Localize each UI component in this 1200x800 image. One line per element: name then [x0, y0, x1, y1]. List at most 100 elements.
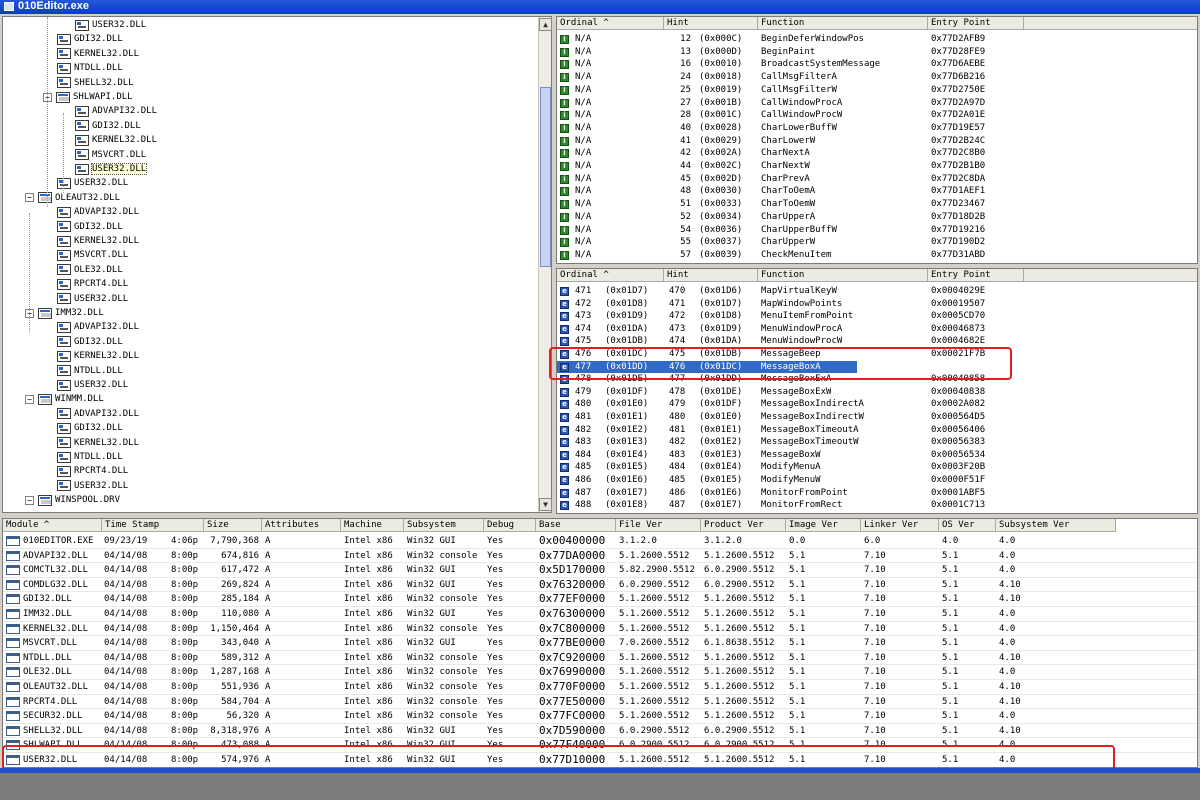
tree-item[interactable]: OLE32.DLL	[57, 263, 123, 277]
export-row[interactable]: e 471 (0x01D7) 470 (0x01D6) MapVirtualKeyW 0x0…	[557, 285, 1197, 297]
import-row[interactable]: i N/A 54 (0x0036) CharUpperBuffW 0x77D19216	[557, 224, 1197, 236]
export-row[interactable]: e 475 (0x01DB) 474 (0x01DA) MenuWindowProcW 0x…	[557, 335, 1197, 347]
column-header-image-ver[interactable]: Image Ver	[786, 519, 861, 532]
export-row[interactable]: e 485 (0x01E5) 484 (0x01E4) ModifyMenuA 0x0003…	[557, 461, 1197, 473]
export-row[interactable]: e 486 (0x01E6) 485 (0x01E5) ModifyMenuW 0x0000…	[557, 474, 1197, 486]
column-header-file-ver[interactable]: File Ver	[616, 519, 701, 532]
module-row[interactable]: OLE32.DLL 04/14/08 8:00p 1,287,168 A Intel x8…	[3, 665, 1197, 680]
import-row[interactable]: i N/A 52 (0x0034) CharUpperA 0x77D18D2B	[557, 211, 1197, 223]
tree-scroll-thumb[interactable]	[540, 87, 551, 267]
module-row[interactable]: SHLWAPI.DLL 04/14/08 8:00p 473,088 A Intel x8…	[3, 738, 1197, 753]
column-header-subsystem[interactable]: Subsystem	[404, 519, 484, 532]
collapse-toggle[interactable]: −	[25, 495, 34, 505]
tree-item[interactable]: RPCRT4.DLL	[57, 464, 128, 478]
column-header-ordinal[interactable]: Ordinal ^	[557, 269, 664, 282]
tree-item[interactable]: USER32.DLL	[57, 378, 128, 392]
tree-item[interactable]: − WINSPOOL.DRV	[25, 493, 120, 507]
parent-imports-pane[interactable]: Ordinal ^ Hint Function Entry Point i N/A…	[556, 16, 1198, 264]
column-header-base[interactable]: Base	[536, 519, 616, 532]
module-row[interactable]: USER32.DLL 04/14/08 8:00p 574,976 A Intel x86…	[3, 753, 1197, 767]
tree-item[interactable]: MSVCRT.DLL	[57, 248, 128, 262]
column-header-size[interactable]: Size	[204, 519, 262, 532]
import-row[interactable]: i N/A 41 (0x0029) CharLowerW 0x77D2B24C	[557, 135, 1197, 147]
export-row[interactable]: e 483 (0x01E3) 482 (0x01E2) MessageBoxTimeout…	[557, 436, 1197, 448]
import-row[interactable]: i N/A 25 (0x0019) CallMsgFilterW 0x77D2750E	[557, 84, 1197, 96]
tree-item[interactable]: ADVAPI32.DLL	[57, 320, 139, 334]
tree-item[interactable]: GDI32.DLL	[75, 119, 141, 133]
import-row[interactable]: i N/A 12 (0x000C) BeginDeferWindowPos 0x77D2A…	[557, 33, 1197, 45]
export-row[interactable]: e 481 (0x01E1) 480 (0x01E0) MessageBoxIndirec…	[557, 411, 1197, 423]
tree-item[interactable]: KERNEL32.DLL	[57, 47, 139, 61]
tree-item[interactable]: ADVAPI32.DLL	[57, 205, 139, 219]
import-row[interactable]: i N/A 44 (0x002C) CharNextW 0x77D2B1B0	[557, 160, 1197, 172]
tree-item[interactable]: KERNEL32.DLL	[75, 133, 157, 147]
column-header-attributes[interactable]: Attributes	[262, 519, 341, 532]
module-row[interactable]: GDI32.DLL 04/14/08 8:00p 285,184 A Intel x86 W…	[3, 592, 1197, 607]
column-header-product-ver[interactable]: Product Ver	[701, 519, 786, 532]
collapse-toggle[interactable]: −	[25, 394, 34, 404]
module-row[interactable]: OLEAUT32.DLL 04/14/08 8:00p 551,936 A Intel x…	[3, 680, 1197, 695]
import-row[interactable]: i N/A 57 (0x0039) CheckMenuItem 0x77D31ABD	[557, 249, 1197, 261]
tree-item[interactable]: USER32.DLL	[57, 176, 128, 190]
scroll-up-button[interactable]: ▲	[539, 18, 552, 31]
tree-item[interactable]: KERNEL32.DLL	[57, 234, 139, 248]
tree-item[interactable]: USER32.DLL	[57, 292, 128, 306]
module-row[interactable]: COMDLG32.DLL 04/14/08 8:00p 269,824 A Intel x…	[3, 578, 1197, 593]
module-tree-pane[interactable]: USER32.DLL GDI32.DLL KERNEL32.DLL NTDLL.DLL…	[2, 16, 552, 513]
export-row[interactable]: e 476 (0x01DC) 475 (0x01DB) MessageBeep 0x0002…	[557, 348, 1197, 360]
column-header-entry-point[interactable]: Entry Point	[928, 17, 1024, 30]
column-header-linker-ver[interactable]: Linker Ver	[861, 519, 939, 532]
module-row[interactable]: 010EDITOR.EXE 09/23/19 4:06p 7,790,368 A Inte…	[3, 534, 1197, 549]
column-header-function[interactable]: Function	[758, 269, 928, 282]
import-row[interactable]: i N/A 40 (0x0028) CharLowerBuffW 0x77D19E57	[557, 122, 1197, 134]
tree-item[interactable]: MSVCRT.DLL	[75, 148, 146, 162]
module-list-pane[interactable]: Module ^ Time Stamp Size Attributes Machine S…	[2, 518, 1198, 768]
export-row[interactable]: e 488 (0x01E8) 487 (0x01E7) MonitorFromRect 0x…	[557, 499, 1197, 511]
import-row[interactable]: i N/A 48 (0x0030) CharToOemA 0x77D1AEF1	[557, 185, 1197, 197]
module-row[interactable]: KERNEL32.DLL 04/14/08 8:00p 1,150,464 A Intel…	[3, 622, 1197, 637]
exports-pane[interactable]: Ordinal ^ Hint Function Entry Point e 471…	[556, 268, 1198, 514]
tree-item[interactable]: − WINMM.DLL	[25, 392, 104, 406]
column-header-debug[interactable]: Debug	[484, 519, 536, 532]
module-row[interactable]: MSVCRT.DLL 04/14/08 8:00p 343,040 A Intel x86…	[3, 636, 1197, 651]
export-row[interactable]: e 474 (0x01DA) 473 (0x01D9) MenuWindowProcA 0x…	[557, 323, 1197, 335]
tree-scrollbar[interactable]	[538, 17, 551, 512]
column-header-hint[interactable]: Hint	[664, 17, 758, 30]
tree-item[interactable]: GDI32.DLL	[57, 335, 123, 349]
export-row[interactable]: e 482 (0x01E2) 481 (0x01E1) MessageBoxTimeout…	[557, 424, 1197, 436]
module-row[interactable]: ADVAPI32.DLL 04/14/08 8:00p 674,816 A Intel x…	[3, 549, 1197, 564]
tree-item[interactable]: KERNEL32.DLL	[57, 349, 139, 363]
export-row[interactable]: e 484 (0x01E4) 483 (0x01E3) MessageBoxW 0x0005…	[557, 449, 1197, 461]
tree-item[interactable]: ADVAPI32.DLL	[75, 104, 157, 118]
export-row[interactable]: e 477 (0x01DD) 476 (0x01DC) MessageBoxA 0x0004…	[557, 360, 985, 373]
module-row[interactable]: NTDLL.DLL 04/14/08 8:00p 589,312 A Intel x86 W…	[3, 651, 1197, 666]
column-header-subsystem-ver[interactable]: Subsystem Ver	[996, 519, 1116, 532]
module-row[interactable]: IMM32.DLL 04/14/08 8:00p 110,080 A Intel x86 W…	[3, 607, 1197, 622]
scroll-down-button[interactable]: ▼	[539, 498, 552, 511]
tree-item[interactable]: − SHLWAPI.DLL	[43, 90, 133, 104]
tree-item[interactable]: USER32.DLL	[57, 479, 128, 493]
module-row[interactable]: COMCTL32.DLL 04/14/08 8:00p 617,472 A Intel x…	[3, 563, 1197, 578]
export-row[interactable]: e 472 (0x01D8) 471 (0x01D7) MapWindowPoints 0x…	[557, 298, 1197, 310]
import-row[interactable]: i N/A 55 (0x0037) CharUpperW 0x77D190D2	[557, 236, 1197, 248]
tree-item[interactable]: SHELL32.DLL	[57, 76, 134, 90]
tree-item[interactable]: NTDLL.DLL	[57, 450, 123, 464]
import-row[interactable]: i N/A 13 (0x000D) BeginPaint 0x77D28FE9	[557, 46, 1197, 58]
export-row[interactable]: e 487 (0x01E7) 486 (0x01E6) MonitorFromPoint 0…	[557, 487, 1197, 499]
import-row[interactable]: i N/A 42 (0x002A) CharNextA 0x77D2C8B0	[557, 147, 1197, 159]
column-header-machine[interactable]: Machine	[341, 519, 404, 532]
import-row[interactable]: i N/A 16 (0x0010) BroadcastSystemMessage 0x77…	[557, 58, 1197, 70]
column-header-function[interactable]: Function	[758, 17, 928, 30]
export-row[interactable]: e 479 (0x01DF) 478 (0x01DE) MessageBoxExW 0x00…	[557, 386, 1197, 398]
export-row[interactable]: e 473 (0x01D9) 472 (0x01D8) MenuItemFromPoint…	[557, 310, 1197, 322]
export-row[interactable]: e 478 (0x01DE) 477 (0x01DD) MessageBoxExA 0x00…	[557, 373, 1197, 385]
tree-item[interactable]: NTDLL.DLL	[57, 364, 123, 378]
import-row[interactable]: i N/A 24 (0x0018) CallMsgFilterA 0x77D6B216	[557, 71, 1197, 83]
module-row[interactable]: RPCRT4.DLL 04/14/08 8:00p 584,704 A Intel x86…	[3, 695, 1197, 710]
tree-item[interactable]: NTDLL.DLL	[57, 61, 123, 75]
column-header-hint[interactable]: Hint	[664, 269, 758, 282]
import-row[interactable]: i N/A 28 (0x001C) CallWindowProcW 0x77D2A01E	[557, 109, 1197, 121]
tree-item[interactable]: − IMM32.DLL	[25, 306, 104, 320]
tree-item[interactable]: − OLEAUT32.DLL	[25, 191, 120, 205]
import-row[interactable]: i N/A 45 (0x002D) CharPrevA 0x77D2C8DA	[557, 173, 1197, 185]
